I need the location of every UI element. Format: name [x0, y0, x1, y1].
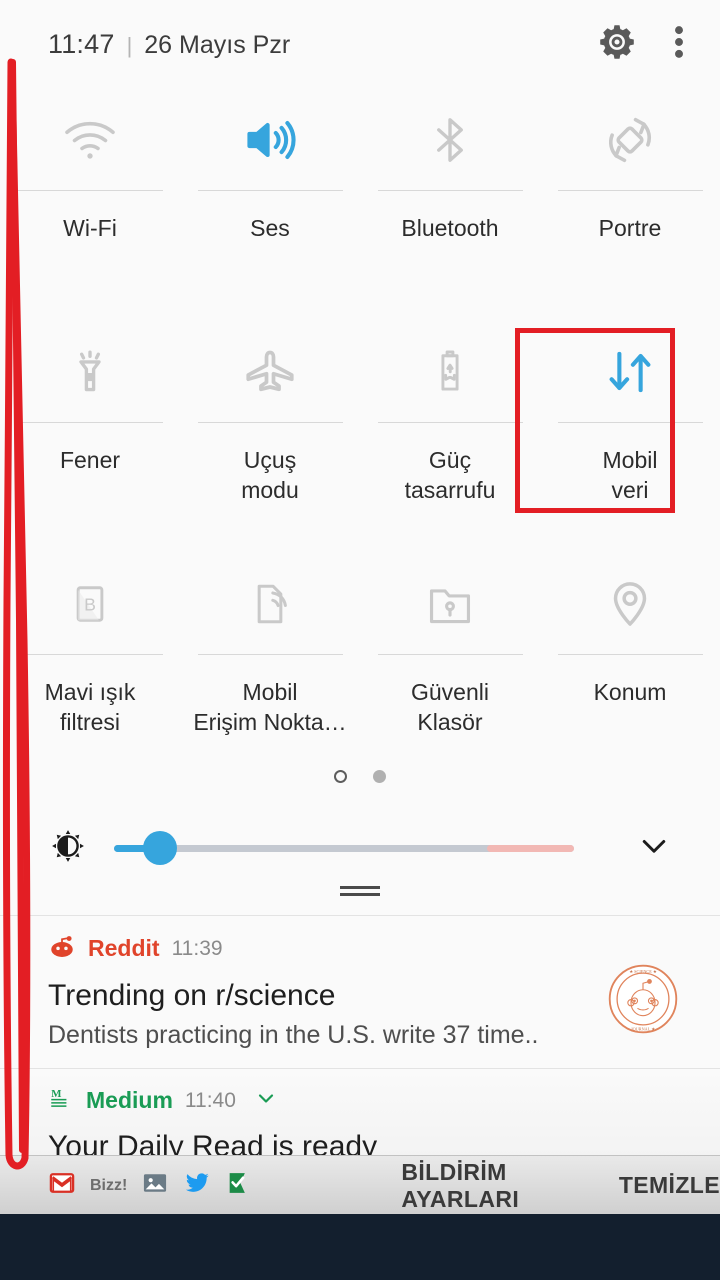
- tile-wifi[interactable]: Wi-Fi: [0, 88, 180, 320]
- tile-divider: [557, 422, 703, 423]
- drag-handle-line: [340, 886, 380, 889]
- bizz-label[interactable]: Bizz!: [90, 1177, 127, 1195]
- tile-divider: [197, 190, 343, 191]
- reddit-snoo-seal-icon: ★ SCIENCE ★ JOURNAL ★: [606, 962, 680, 1041]
- more-vertical-icon[interactable]: [674, 23, 684, 66]
- flashlight-icon: [63, 320, 117, 420]
- date-label: 26 Mayıs Pzr: [144, 30, 291, 59]
- tile-label: Konum: [593, 679, 667, 705]
- clock-separator: |: [126, 32, 133, 58]
- drag-handle-line: [340, 893, 380, 896]
- notification-app-name: Medium: [86, 1087, 173, 1113]
- bluetooth-icon: [423, 88, 477, 188]
- quick-settings-panel: 11:47 | 26 Mayıs Pzr Wi-Fi Ses Bluetooth…: [0, 0, 720, 1214]
- tile-label: Güvenli Klasör: [411, 679, 489, 735]
- header-actions: [598, 23, 684, 66]
- tile-sound[interactable]: Ses: [180, 88, 360, 320]
- app-tray-icons: Bizz!: [48, 1169, 253, 1202]
- gmail-icon[interactable]: [48, 1169, 76, 1202]
- navigation-bar-area: [0, 1214, 720, 1280]
- page-dot-active[interactable]: [334, 770, 347, 783]
- tile-secure-folder[interactable]: Güvenli Klasör: [360, 552, 540, 784]
- tile-divider: [17, 190, 163, 191]
- power-saving-icon: [425, 320, 475, 420]
- tile-blue-light-filter[interactable]: B Mavi ışık filtresi: [0, 552, 180, 784]
- clock-time: 11:47: [48, 28, 115, 59]
- slider-thumb[interactable]: [143, 831, 177, 865]
- tile-label: Mobil Erişim Nokta…: [193, 679, 347, 735]
- hotspot-icon: [244, 552, 296, 652]
- notification-action-bar: Bizz! BİLDİRİM AYARLARI TEMİZLE: [0, 1155, 720, 1214]
- tile-location[interactable]: Konum: [540, 552, 720, 784]
- wifi-icon: [61, 88, 119, 188]
- svg-text:M: M: [51, 1088, 61, 1100]
- tile-divider: [557, 654, 703, 655]
- tile-divider: [557, 190, 703, 191]
- medium-icon: M: [48, 1085, 74, 1116]
- tile-label: Bluetooth: [401, 215, 499, 241]
- brightness-icon[interactable]: [50, 828, 86, 869]
- secure-folder-icon: [423, 552, 477, 652]
- panel-drag-handle[interactable]: [0, 886, 720, 896]
- quick-settings-grid: Wi-Fi Ses Bluetooth Portre Fener Uçuş mo…: [0, 88, 720, 784]
- slider-track-warm-segment: [486, 844, 574, 852]
- page-indicator: [0, 770, 720, 783]
- tile-divider: [17, 422, 163, 423]
- tile-label: Wi-Fi: [63, 215, 117, 241]
- tile-label: Ses: [250, 215, 290, 241]
- mobile-data-icon: [601, 320, 659, 420]
- tile-portrait-rotation[interactable]: Portre: [540, 88, 720, 320]
- brightness-row: [0, 818, 720, 878]
- tile-divider: [17, 654, 163, 655]
- tile-divider: [377, 654, 523, 655]
- svg-text:JOURNAL ★: JOURNAL ★: [631, 1026, 655, 1031]
- notification-list: Reddit 11:39 Trending on r/science Denti…: [0, 915, 720, 1182]
- tile-power-saving[interactable]: Güç tasarrufu: [360, 320, 540, 552]
- tile-airplane-mode[interactable]: Uçuş modu: [180, 320, 360, 552]
- tile-divider: [197, 422, 343, 423]
- tile-divider: [377, 190, 523, 191]
- notification-header: M Medium 11:40: [48, 1085, 720, 1116]
- notification-reddit[interactable]: Reddit 11:39 Trending on r/science Denti…: [0, 915, 720, 1068]
- notification-app-name: Reddit: [88, 935, 160, 961]
- svg-text:B: B: [84, 595, 96, 615]
- quick-settings-row: Wi-Fi Ses Bluetooth Portre: [0, 88, 720, 320]
- tile-divider: [377, 422, 523, 423]
- tile-mobile-data[interactable]: Mobil veri: [540, 320, 720, 552]
- tile-label: Fener: [59, 447, 121, 473]
- rotation-lock-icon: [601, 88, 659, 188]
- chevron-down-icon[interactable]: [254, 1086, 278, 1115]
- reddit-icon: [48, 932, 76, 965]
- notification-header: Reddit 11:39: [48, 932, 720, 965]
- location-pin-icon: [602, 552, 658, 652]
- tile-mobile-hotspot[interactable]: Mobil Erişim Nokta…: [180, 552, 360, 784]
- airplane-icon: [240, 320, 300, 420]
- check-flag-icon[interactable]: [225, 1169, 253, 1202]
- tile-divider: [197, 654, 343, 655]
- page-dot[interactable]: [373, 770, 386, 783]
- sound-icon: [241, 88, 299, 188]
- tile-label: Mavi ışık filtresi: [44, 679, 136, 735]
- notification-time: 11:40: [184, 1088, 236, 1112]
- brightness-slider[interactable]: [114, 828, 574, 868]
- quick-settings-row: Fener Uçuş modu Güç tasarrufu Mobil veri: [0, 320, 720, 552]
- status-header: 11:47 | 26 Mayıs Pzr: [0, 0, 720, 88]
- twitter-icon[interactable]: [183, 1169, 211, 1202]
- gear-icon[interactable]: [598, 23, 636, 66]
- quick-settings-row: B Mavi ışık filtresi Mobil Erişim Nokta…: [0, 552, 720, 784]
- tile-label: Mobil veri: [602, 447, 658, 503]
- blue-light-filter-icon: B: [65, 552, 115, 652]
- tile-label: Uçuş modu: [241, 447, 299, 503]
- clock-and-date: 11:47 | 26 Mayıs Pzr: [48, 29, 290, 60]
- tile-label: Portre: [598, 215, 662, 241]
- notification-settings-button[interactable]: BİLDİRİM AYARLARI: [401, 1159, 522, 1213]
- notification-time: 11:39: [171, 936, 223, 960]
- chevron-down-icon[interactable]: [636, 828, 672, 869]
- clear-all-button[interactable]: TEMİZLE: [619, 1172, 720, 1199]
- tile-label: Güç tasarrufu: [404, 447, 496, 503]
- svg-text:★ SCIENCE ★: ★ SCIENCE ★: [629, 969, 657, 974]
- tile-flashlight[interactable]: Fener: [0, 320, 180, 552]
- tile-bluetooth[interactable]: Bluetooth: [360, 88, 540, 320]
- gallery-icon[interactable]: [141, 1169, 169, 1202]
